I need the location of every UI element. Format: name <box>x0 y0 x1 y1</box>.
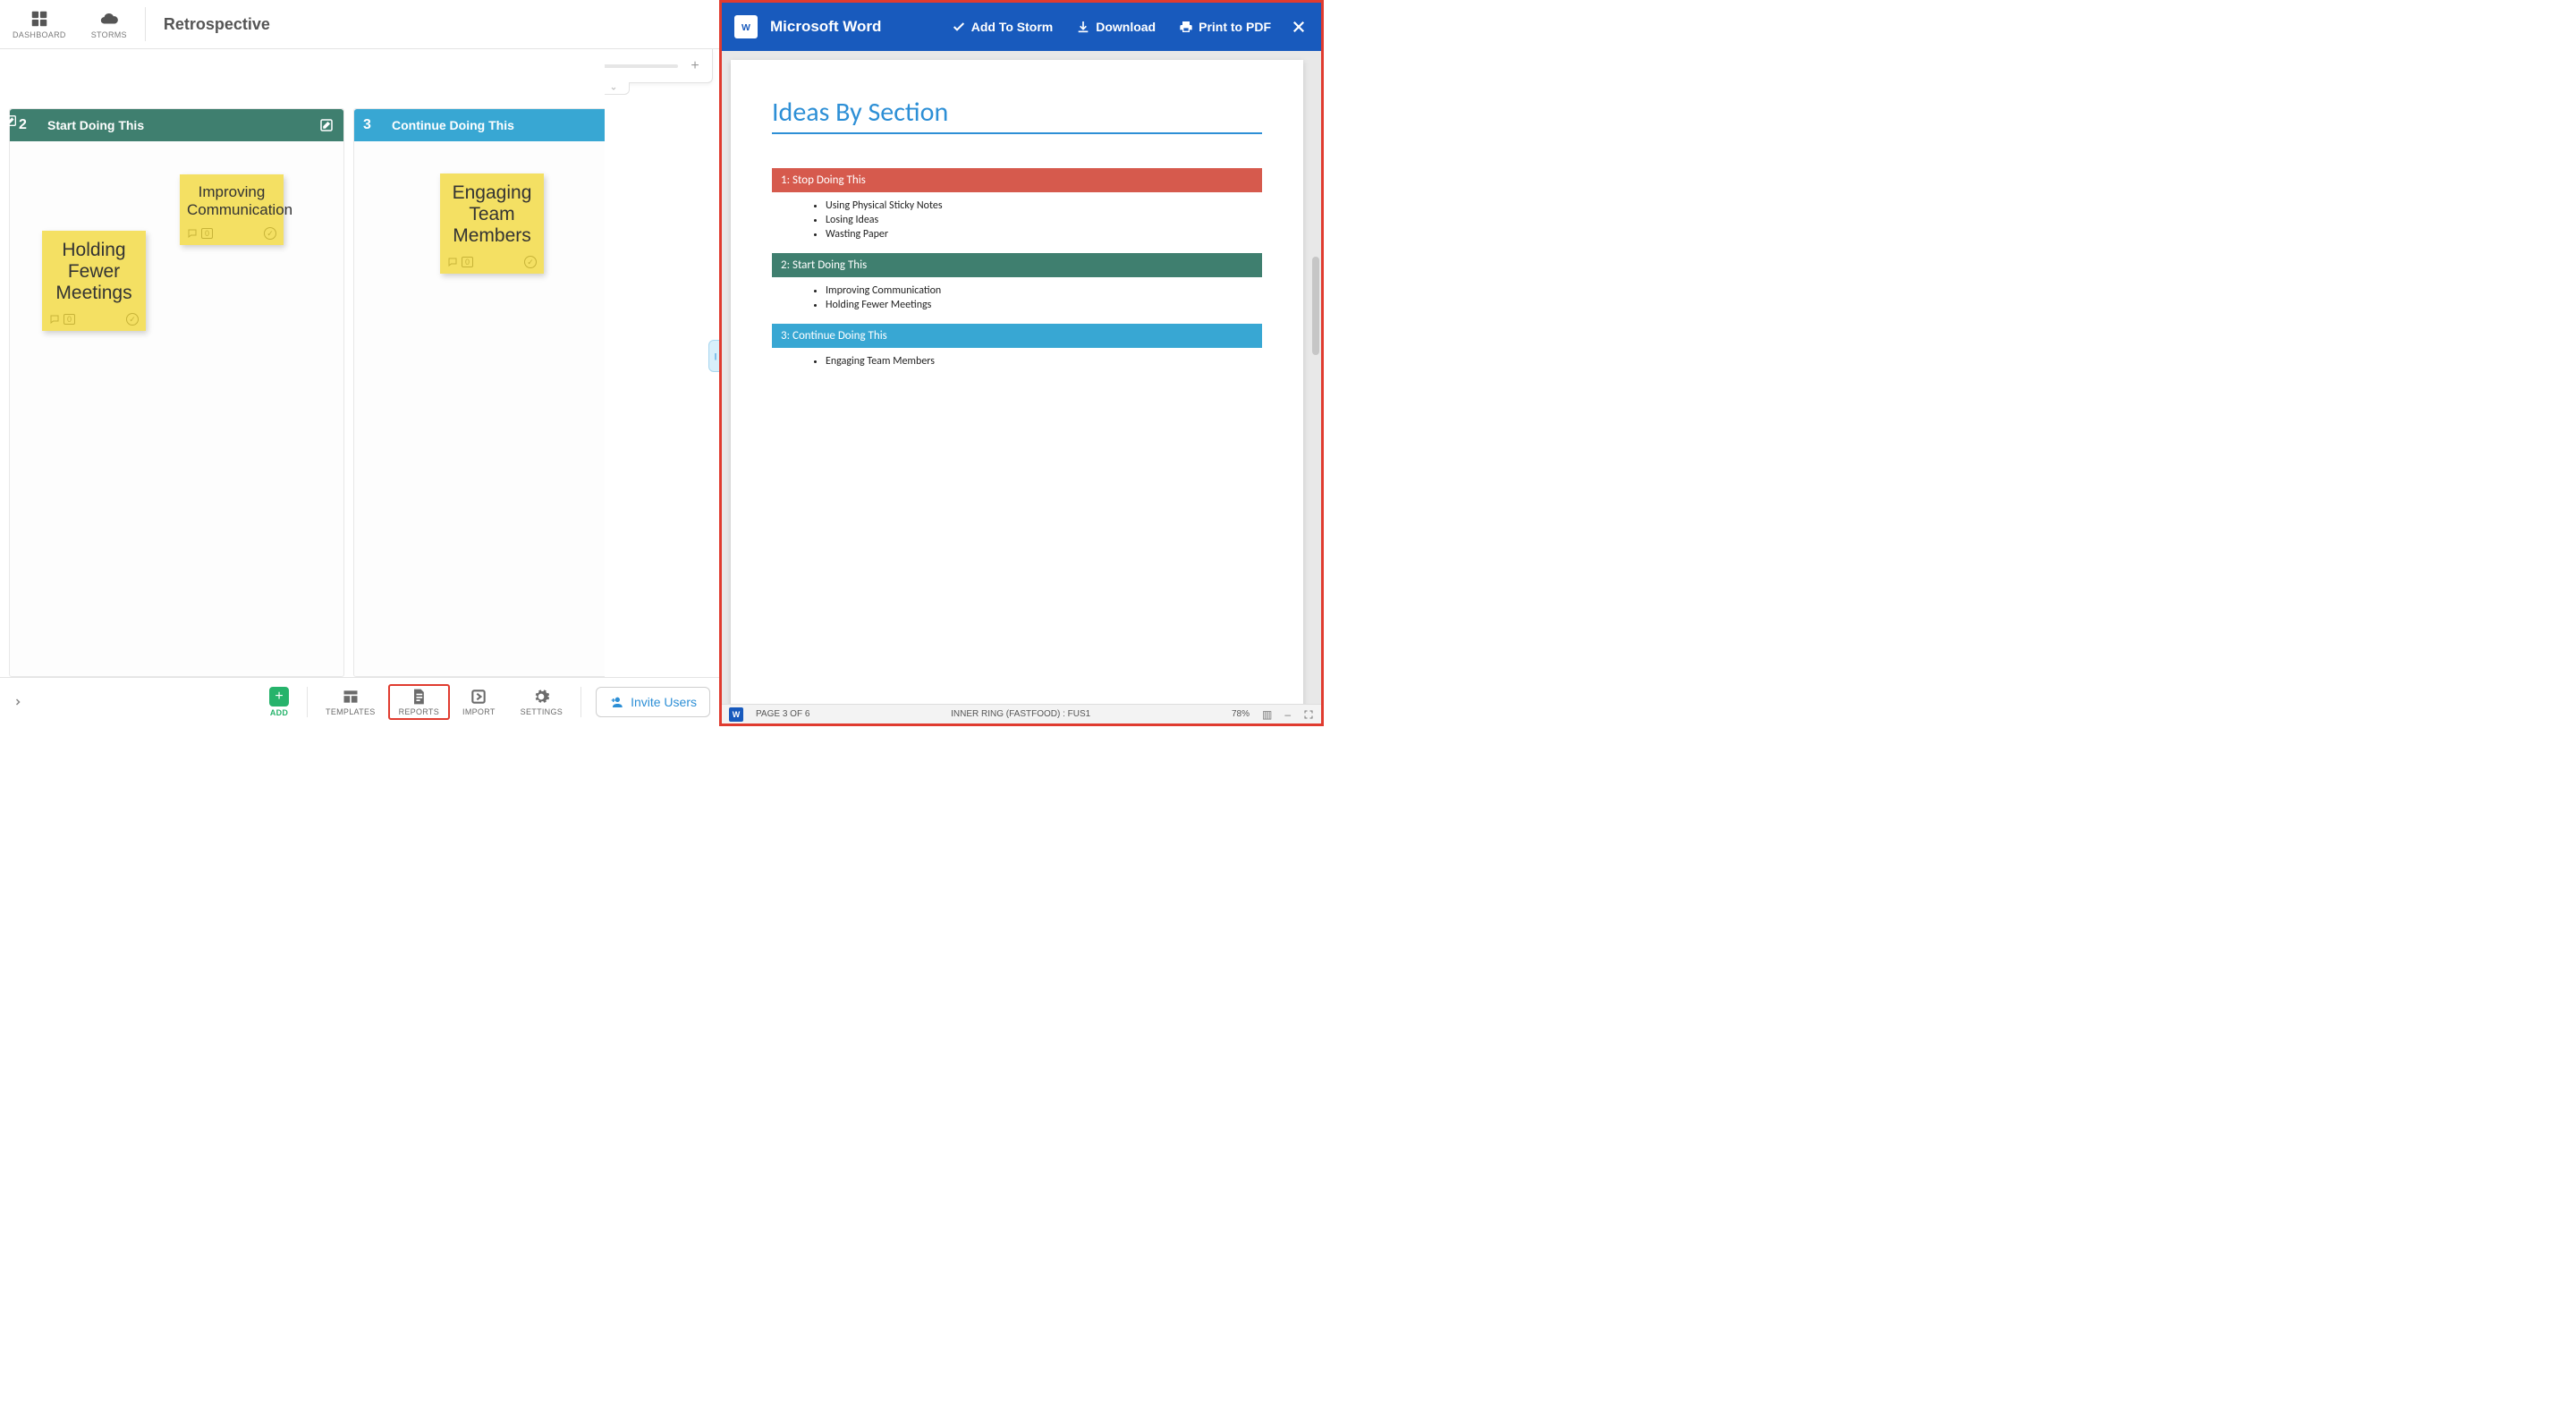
section-3-header: 3: Continue Doing This <box>772 324 1262 348</box>
list-item: Holding Fewer Meetings <box>826 299 1262 311</box>
section-3-list: Engaging Team Members <box>826 355 1262 368</box>
download-label: Download <box>1096 20 1156 34</box>
sticky-count: 0 <box>64 314 75 325</box>
invite-users-button[interactable]: Invite Users <box>596 687 710 717</box>
invite-users-label: Invite Users <box>631 695 697 709</box>
scrollbar-thumb[interactable] <box>1312 257 1319 355</box>
sticky-text: Engaging Team Members <box>447 182 537 247</box>
svg-text:W: W <box>741 22 750 33</box>
list-item: Improving Communication <box>826 284 1262 297</box>
zoom-in-button[interactable]: + <box>687 58 703 74</box>
reports-label: REPORTS <box>399 707 439 716</box>
document-viewport[interactable]: Ideas By Section 1: Stop Doing This Usin… <box>722 51 1321 704</box>
column-2-number: 2 <box>19 117 37 133</box>
word-panel-header: W Microsoft Word Add To Storm Download P… <box>722 3 1321 51</box>
section-1-list: Using Physical Sticky Notes Losing Ideas… <box>826 199 1262 241</box>
grid-icon <box>30 9 49 29</box>
section-2-header: 2: Start Doing This <box>772 253 1262 277</box>
list-item: Wasting Paper <box>826 228 1262 241</box>
dashboard-label: DASHBOARD <box>13 30 66 39</box>
section-2-list: Improving Communication Holding Fewer Me… <box>826 284 1262 311</box>
column-3-number: 3 <box>363 117 381 133</box>
cloud-icon <box>98 9 120 29</box>
divider <box>307 687 308 717</box>
column-3-title: Continue Doing This <box>392 118 514 132</box>
expand-button[interactable] <box>9 693 27 711</box>
gear-icon <box>532 688 550 706</box>
dashboard-button[interactable]: DASHBOARD <box>0 0 79 48</box>
add-to-storm-button[interactable]: Add To Storm <box>946 16 1059 38</box>
list-item: Losing Ideas <box>826 214 1262 226</box>
word-status-bar: W PAGE 3 OF 6 INNER RING (FASTFOOD) : FU… <box>722 704 1321 723</box>
add-user-icon <box>609 695 623 709</box>
download-button[interactable]: Download <box>1071 16 1161 38</box>
print-pdf-label: Print to PDF <box>1199 20 1271 34</box>
print-pdf-button[interactable]: Print to PDF <box>1174 16 1276 38</box>
reports-button[interactable]: REPORTS <box>388 684 450 720</box>
page-view-icon[interactable]: ▥ <box>1262 708 1272 721</box>
column-2: 2 Start Doing This Holding Fewer Meeting… <box>9 108 344 677</box>
column-3: 3 Continue Doing This Engaging Team Memb… <box>353 108 605 677</box>
word-mini-icon: W <box>729 707 743 722</box>
import-label: IMPORT <box>462 707 496 716</box>
list-item: Using Physical Sticky Notes <box>826 199 1262 212</box>
status-ring: INNER RING (FASTFOOD) : FUS1 <box>951 709 1090 719</box>
settings-button[interactable]: SETTINGS <box>508 684 575 720</box>
word-preview-panel: W Microsoft Word Add To Storm Download P… <box>719 0 1324 726</box>
bottom-toolbar: + ADD TEMPLATES REPORTS IMPORT SETTINGS … <box>0 677 719 726</box>
add-button[interactable]: + ADD <box>257 683 301 721</box>
sticky-text: Holding Fewer Meetings <box>49 240 139 304</box>
fullscreen-icon[interactable] <box>1303 709 1314 720</box>
sticky-note[interactable]: Holding Fewer Meetings 0 ✓ <box>42 231 146 331</box>
close-button[interactable] <box>1289 15 1309 38</box>
edit-icon[interactable] <box>318 117 335 133</box>
edit-icon[interactable] <box>4 114 18 128</box>
sticky-note[interactable]: Improving Communication 0 ✓ <box>180 174 284 245</box>
board-title[interactable]: Retrospective <box>151 0 283 48</box>
document-title: Ideas By Section <box>772 96 1262 134</box>
comment-icon[interactable] <box>187 228 198 239</box>
list-item: Engaging Team Members <box>826 355 1262 368</box>
divider <box>580 687 581 717</box>
storms-button[interactable]: STORMS <box>79 0 140 48</box>
word-panel-title: Microsoft Word <box>770 18 881 36</box>
sticky-note[interactable]: Engaging Team Members 0 ✓ <box>440 173 544 274</box>
column-3-header[interactable]: 3 Continue Doing This <box>354 109 605 141</box>
check-icon[interactable]: ✓ <box>126 313 139 326</box>
import-icon <box>470 688 487 706</box>
status-zoom[interactable]: 78% <box>1232 709 1250 719</box>
import-button[interactable]: IMPORT <box>450 684 508 720</box>
sticky-count: 0 <box>462 257 473 267</box>
check-icon[interactable]: ✓ <box>524 256 537 268</box>
comment-icon[interactable] <box>447 257 458 267</box>
comment-icon[interactable] <box>49 314 60 325</box>
sticky-text: Improving Communication <box>187 183 276 218</box>
add-label: ADD <box>270 708 288 717</box>
document-page: Ideas By Section 1: Stop Doing This Usin… <box>731 60 1303 704</box>
sticky-count: 0 <box>201 228 213 239</box>
templates-button[interactable]: TEMPLATES <box>313 684 388 720</box>
column-2-title: Start Doing This <box>47 118 144 132</box>
divider <box>145 7 146 41</box>
column-2-header[interactable]: 2 Start Doing This <box>10 109 343 141</box>
templates-icon <box>342 688 360 706</box>
dash-icon[interactable]: – <box>1284 708 1291 721</box>
storms-label: STORMS <box>91 30 127 39</box>
document-icon <box>410 688 428 706</box>
status-page[interactable]: PAGE 3 OF 6 <box>756 709 809 719</box>
settings-label: SETTINGS <box>521 707 563 716</box>
word-icon: W <box>734 15 758 38</box>
templates-label: TEMPLATES <box>326 707 376 716</box>
plus-icon: + <box>269 687 289 706</box>
add-to-storm-label: Add To Storm <box>971 20 1054 34</box>
scrollbar[interactable] <box>1310 51 1319 704</box>
section-1-header: 1: Stop Doing This <box>772 168 1262 192</box>
board-canvas[interactable]: 2 Start Doing This Holding Fewer Meeting… <box>0 49 605 677</box>
check-icon[interactable]: ✓ <box>264 227 276 240</box>
